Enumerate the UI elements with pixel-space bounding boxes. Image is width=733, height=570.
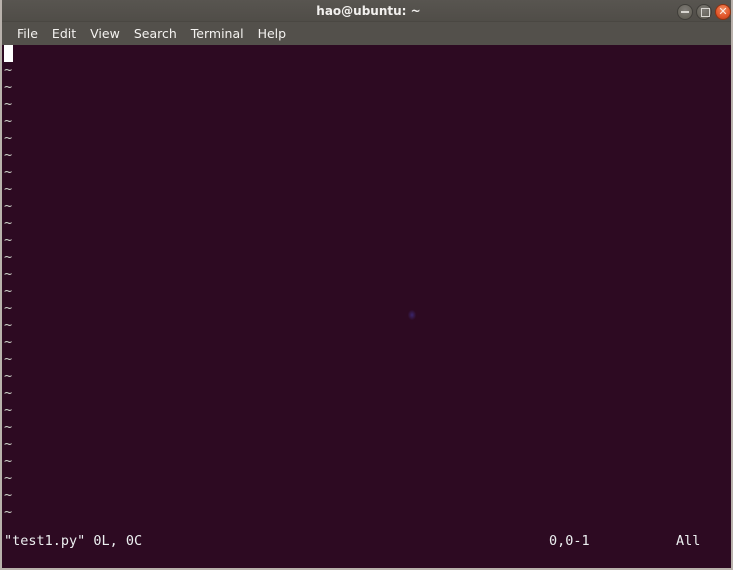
vim-empty-line-marker: ~ — [4, 351, 13, 367]
vim-empty-line-marker: ~ — [4, 487, 13, 503]
vim-buffer-line — [2, 45, 731, 62]
window-title: hao@ubuntu: ~ — [316, 4, 421, 18]
menu-item-search[interactable]: Search — [127, 22, 184, 45]
maximize-icon — [700, 8, 710, 17]
minimize-icon — [681, 10, 689, 13]
vim-buffer: ~ ~ ~ ~ ~ ~ ~ ~ ~ ~ ~ ~ ~ ~ ~ ~ ~ ~ ~ ~ ~ ~ ~ ~ ~ ~ ~ — [2, 45, 731, 521]
vim-empty-line-marker: ~ — [4, 113, 13, 129]
vim-empty-line-marker: ~ — [4, 317, 13, 333]
vim-empty-line-marker: ~ — [4, 198, 13, 214]
vim-status-line: "test1.py" 0L, 0C 0,0-1 All — [2, 533, 731, 550]
menu-bar: File Edit View Search Terminal Help — [2, 22, 731, 45]
vim-empty-line-marker: ~ — [4, 215, 13, 231]
vim-empty-line-marker: ~ — [4, 96, 13, 112]
maximize-button[interactable] — [696, 3, 712, 20]
vim-empty-line-marker: ~ — [4, 130, 13, 146]
vim-empty-line-marker: ~ — [4, 249, 13, 265]
vim-empty-line-marker: ~ — [4, 385, 13, 401]
vim-empty-line-marker: ~ — [4, 504, 13, 520]
vim-empty-line-marker: ~ — [4, 283, 13, 299]
terminal-screen[interactable]: ~ ~ ~ ~ ~ ~ ~ ~ ~ ~ ~ ~ ~ ~ ~ ~ ~ ~ ~ ~ ~ ~ ~ ~ ~ ~ ~ "test1.py" 0… — [2, 45, 731, 568]
terminal-window: hao@ubuntu: ~ ✕ File Edit View Search Te… — [0, 0, 733, 570]
close-button[interactable]: ✕ — [715, 3, 731, 20]
window-controls: ✕ — [677, 3, 731, 20]
vim-empty-line-marker: ~ — [4, 334, 13, 350]
status-scroll-indicator: All — [676, 533, 701, 549]
vim-empty-line-marker: ~ — [4, 79, 13, 95]
vim-empty-line-marker: ~ — [4, 300, 13, 316]
vim-empty-line-marker: ~ — [4, 164, 13, 180]
status-cursor-position: 0,0-1 — [549, 533, 590, 549]
menu-item-help[interactable]: Help — [251, 22, 294, 45]
text-cursor — [4, 45, 13, 62]
status-file-info: "test1.py" 0L, 0C — [4, 533, 143, 549]
vim-empty-line-marker: ~ — [4, 419, 13, 435]
vim-empty-line-marker: ~ — [4, 436, 13, 452]
vim-empty-line-marker: ~ — [4, 470, 13, 486]
title-bar[interactable]: hao@ubuntu: ~ ✕ — [2, 0, 731, 22]
menu-item-terminal[interactable]: Terminal — [184, 22, 251, 45]
vim-empty-line-marker: ~ — [4, 266, 13, 282]
vim-empty-line-marker: ~ — [4, 62, 13, 78]
menu-item-edit[interactable]: Edit — [45, 22, 83, 45]
minimize-button[interactable] — [677, 3, 693, 20]
menu-item-file[interactable]: File — [10, 22, 45, 45]
close-icon: ✕ — [718, 4, 728, 18]
vim-empty-line-marker: ~ — [4, 147, 13, 163]
vim-empty-line-marker: ~ — [4, 181, 13, 197]
vim-empty-line-marker: ~ — [4, 232, 13, 248]
vim-empty-line-marker: ~ — [4, 402, 13, 418]
vim-empty-line-marker: ~ — [4, 368, 13, 384]
menu-items: File Edit View Search Terminal Help — [10, 22, 293, 45]
menu-item-view[interactable]: View — [83, 22, 127, 45]
vim-empty-line-marker: ~ — [4, 453, 13, 469]
